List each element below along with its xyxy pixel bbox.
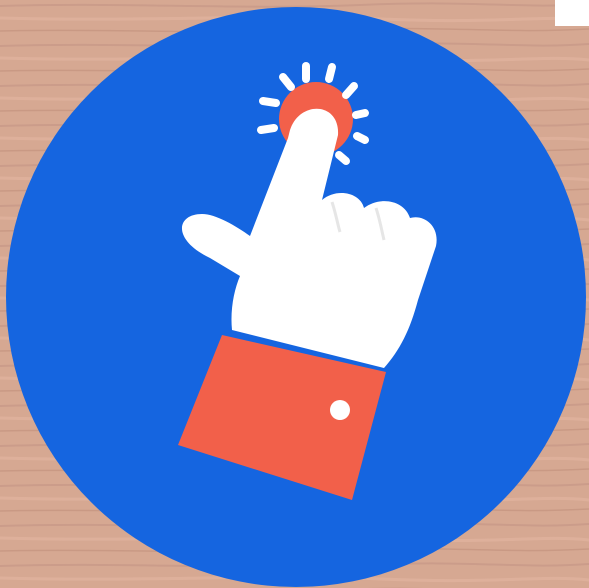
cuff-button xyxy=(330,400,350,420)
icon-stage xyxy=(0,0,589,588)
corner-patch xyxy=(555,0,589,26)
tap-icon-graphic xyxy=(0,0,589,588)
